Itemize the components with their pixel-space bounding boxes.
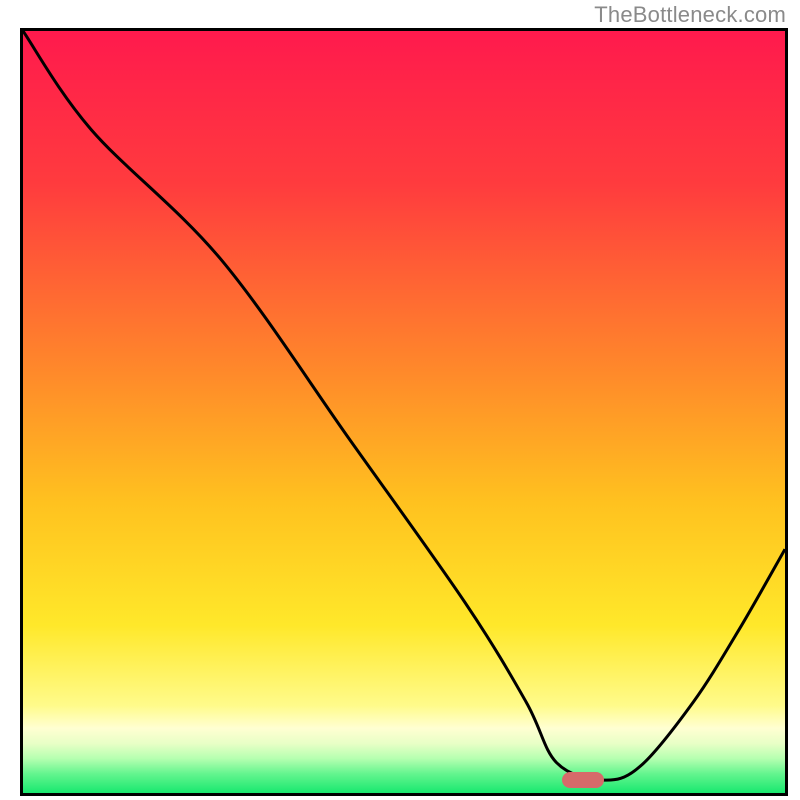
plot-area [20,28,788,796]
watermark-text: TheBottleneck.com [594,2,786,28]
line-chart [23,31,785,793]
optimal-point-marker [562,772,604,788]
bottleneck-curve [23,31,785,780]
chart-stage: TheBottleneck.com [0,0,800,800]
